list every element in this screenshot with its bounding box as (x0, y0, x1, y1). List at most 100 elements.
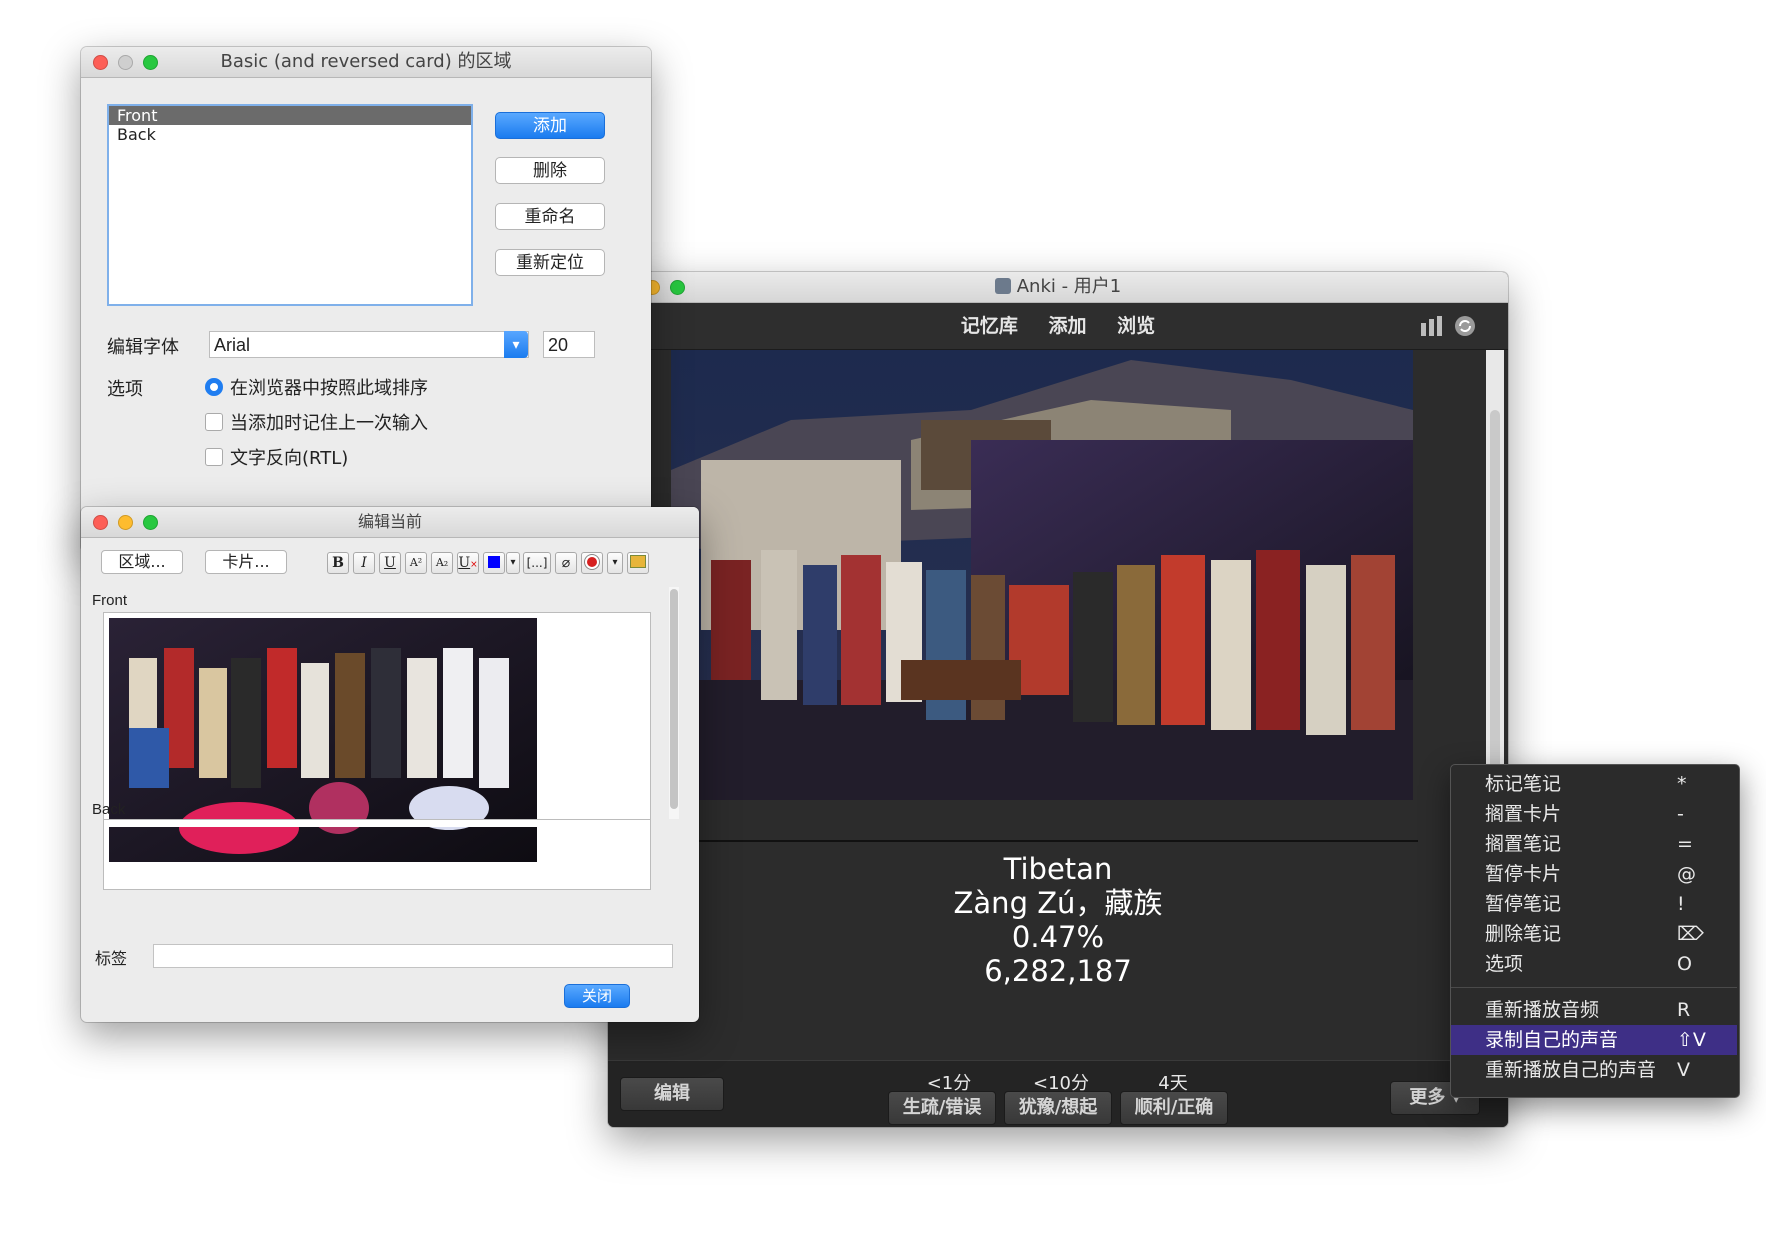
nav-browse-link[interactable]: 浏览 (1117, 315, 1155, 337)
card-content: Tibetan Zàng Zú，藏族 0.47% 6,282,187 (608, 350, 1508, 1060)
top-toolbar: 记忆库 添加 浏览 (608, 303, 1508, 350)
menu-item-shortcut: O (1677, 953, 1692, 975)
fields-window: Basic (and reversed card) 的区域 Front Back… (81, 47, 651, 552)
editor-scrollbar[interactable] (669, 587, 679, 819)
option-rtl[interactable]: 文字反向(RTL) (205, 444, 348, 470)
anki-titlebar[interactable]: Anki - 用户1 (608, 272, 1508, 303)
menu-item-bury-card[interactable]: 搁置卡片 - (1451, 799, 1737, 829)
menu-item-mark-note[interactable]: 标记笔记 * (1451, 769, 1737, 799)
rename-field-button[interactable]: 重命名 (495, 203, 605, 230)
window-title: Anki - 用户1 (1016, 276, 1122, 297)
html-editor-icon[interactable] (627, 552, 649, 574)
field-list[interactable]: Front Back (107, 104, 473, 306)
window-title: Basic (and reversed card) 的区域 (220, 51, 512, 72)
answer-line-4: 6,282,187 (984, 954, 1132, 988)
menu-separator (1451, 987, 1737, 988)
menu-item-shortcut: = (1677, 833, 1693, 855)
option-sort-field[interactable]: 在浏览器中按照此域排序 (205, 374, 428, 400)
remember-last-checkbox[interactable] (205, 413, 223, 431)
more-dropdown-icon[interactable]: ▾ (607, 552, 623, 574)
fields-button[interactable]: 区域... (101, 550, 183, 574)
menu-item-shortcut: * (1677, 773, 1687, 795)
menu-item-label: 选项 (1485, 953, 1524, 975)
delete-field-button[interactable]: 删除 (495, 157, 605, 184)
font-select-value: Arial (214, 335, 251, 355)
add-field-button[interactable]: 添加 (495, 112, 605, 139)
clear-format-icon[interactable]: U× (457, 552, 479, 574)
card-photo-tibetan-group (671, 350, 1413, 800)
cloze-button[interactable]: [...] (523, 552, 551, 574)
menu-item-record-voice[interactable]: 录制自己的声音 ⇧V (1451, 1025, 1737, 1055)
review-bottom-bar: 编辑 <1分 <10分 4天 生疏/错误 犹豫/想起 顺利/正确 更多 ▾ (608, 1060, 1508, 1127)
field-item-front[interactable]: Front (109, 106, 471, 125)
option-remember-last[interactable]: 当添加时记住上一次输入 (205, 409, 428, 435)
answer-line-2: Zàng Zú，藏族 (953, 886, 1163, 920)
menu-item-suspend-note[interactable]: 暂停笔记! (1451, 889, 1737, 919)
menu-item-shortcut: @ (1677, 863, 1696, 885)
menu-item-shortcut: ! (1677, 893, 1685, 915)
sort-field-radio[interactable] (205, 378, 223, 396)
font-select[interactable]: Arial ▾ (209, 331, 529, 358)
attach-icon[interactable]: ⌀ (555, 552, 577, 574)
front-field-editor[interactable] (103, 612, 651, 890)
nav-decks-link[interactable]: 记忆库 (961, 315, 1018, 337)
good-button[interactable]: 顺利/正确 (1120, 1091, 1228, 1125)
back-field-editor[interactable] (103, 819, 651, 827)
menu-item-replay-voice[interactable]: 重新播放自己的声音 V (1451, 1055, 1737, 1085)
menu-item-label: 暂停笔记 (1485, 893, 1562, 915)
subscript-button[interactable]: A₂ (431, 552, 453, 574)
answer-line-1: Tibetan (1003, 852, 1113, 886)
menu-item-replay-audio[interactable]: 重新播放音频 R (1451, 995, 1737, 1025)
tags-label: 标签 (95, 949, 128, 968)
field-item-back[interactable]: Back (109, 125, 471, 144)
text-color-icon[interactable] (483, 552, 505, 574)
italic-button[interactable]: I (353, 552, 375, 574)
anki-main-window: Anki - 用户1 记忆库 添加 浏览 Tibetan Zàng Zú，藏族 … (608, 272, 1508, 1127)
stats-icon[interactable] (1420, 315, 1444, 337)
menu-item-label: 搁置笔记 (1485, 833, 1562, 855)
option-label: 当添加时记住上一次输入 (230, 413, 428, 434)
close-button[interactable]: 关闭 (564, 984, 630, 1008)
menu-item-label: 搁置卡片 (1485, 803, 1562, 825)
menu-item-options[interactable]: 选项 O (1451, 949, 1737, 979)
option-label: 在浏览器中按照此域排序 (230, 378, 428, 399)
fields-titlebar[interactable]: Basic (and reversed card) 的区域 (81, 47, 651, 78)
answer-divider (698, 840, 1418, 842)
menu-item-delete-note[interactable]: 删除笔记 ⌦ (1451, 919, 1737, 949)
font-size-input[interactable]: 20 (543, 331, 595, 358)
menu-item-suspend-card[interactable]: 暂停卡片 @ (1451, 859, 1737, 889)
edit-titlebar[interactable]: 编辑当前 (81, 507, 699, 538)
color-dropdown-icon[interactable]: ▾ (506, 552, 520, 574)
menu-item-label: 重新播放音频 (1485, 999, 1600, 1021)
editor-scroll-thumb[interactable] (670, 589, 678, 809)
reposition-field-button[interactable]: 重新定位 (495, 249, 605, 276)
menu-item-label: 录制自己的声音 (1485, 1029, 1619, 1051)
anki-app-icon (994, 278, 1011, 294)
underline-button[interactable]: U (379, 552, 401, 574)
superscript-button[interactable]: A² (405, 552, 427, 574)
menu-item-shortcut: V (1677, 1059, 1690, 1081)
menu-item-bury-note[interactable]: 搁置笔记 = (1451, 829, 1737, 859)
sync-icon[interactable] (1453, 314, 1477, 338)
option-label: 文字反向(RTL) (230, 448, 349, 469)
menu-item-shortcut: R (1677, 999, 1691, 1021)
answer-line-3: 0.47% (1011, 920, 1105, 954)
rtl-checkbox[interactable] (205, 448, 223, 466)
edit-font-label: 编辑字体 (107, 337, 179, 358)
back-field-label: Back (92, 801, 126, 818)
menu-item-label: 删除笔记 (1485, 923, 1562, 945)
again-button[interactable]: 生疏/错误 (888, 1091, 996, 1125)
record-icon[interactable] (581, 552, 603, 574)
tags-input[interactable] (153, 944, 673, 968)
cards-button[interactable]: 卡片... (205, 550, 287, 574)
window-title: 编辑当前 (357, 512, 422, 531)
edit-button[interactable]: 编辑 (620, 1077, 724, 1111)
hard-button[interactable]: 犹豫/想起 (1004, 1091, 1112, 1125)
menu-item-label: 暂停卡片 (1485, 863, 1562, 885)
menu-item-shortcut: ⇧V (1677, 1029, 1706, 1051)
menu-item-shortcut: ⌦ (1677, 923, 1704, 945)
chevron-down-icon[interactable]: ▾ (504, 331, 528, 358)
edit-current-window: 编辑当前 区域... 卡片... B I U A² A₂ U× ▾ [...] … (81, 507, 699, 1022)
nav-add-link[interactable]: 添加 (1048, 315, 1086, 337)
bold-button[interactable]: B (327, 552, 349, 574)
